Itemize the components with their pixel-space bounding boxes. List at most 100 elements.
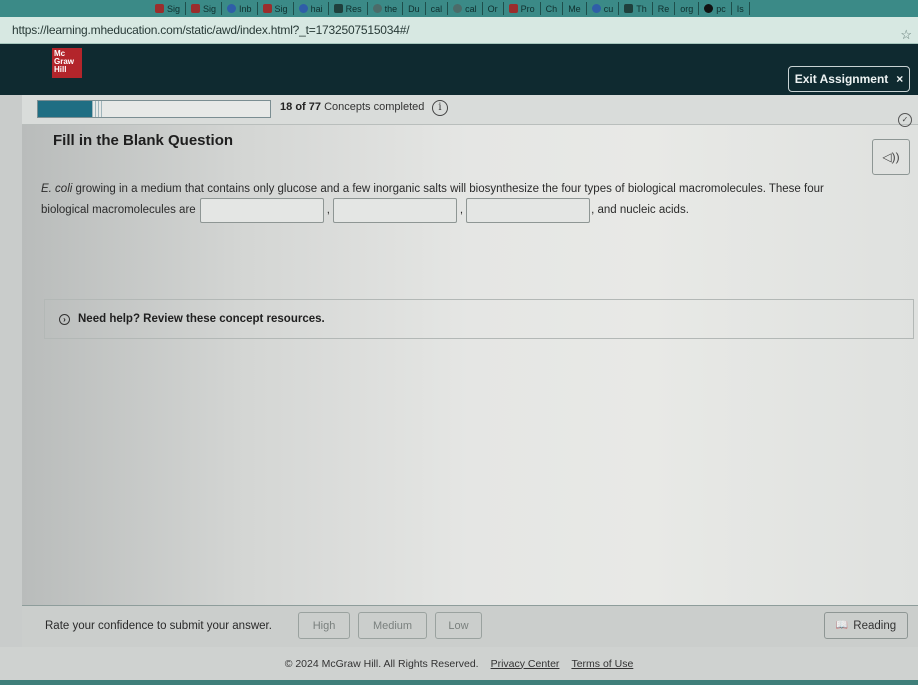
bookmark-label: Is xyxy=(736,3,744,14)
favicon-icon xyxy=(155,4,164,13)
bookmark-item[interactable]: Sig xyxy=(150,2,187,15)
favicon-icon xyxy=(298,4,308,13)
bookmark-label: Th xyxy=(636,3,647,14)
help-resources-toggle[interactable]: › Need help? Review these concept resour… xyxy=(44,299,914,339)
bookmark-item[interactable]: Inb xyxy=(222,2,258,15)
total-count: 77 xyxy=(308,101,322,113)
bookmark-label: cal xyxy=(465,3,477,14)
bookmark-item[interactable]: Sig xyxy=(186,2,223,15)
bookmark-star-icon[interactable]: ☆ xyxy=(900,27,912,43)
bookmark-item[interactable]: Ch xyxy=(541,2,564,15)
bookmark-label: Re xyxy=(657,3,670,14)
favicon-icon xyxy=(227,4,237,13)
help-label: Need help? Review these concept resource… xyxy=(78,313,325,325)
bookmark-item[interactable]: Or xyxy=(483,2,504,15)
exit-assignment-button[interactable]: Exit Assignment × xyxy=(788,66,910,92)
bookmark-label: Du xyxy=(408,3,420,14)
bookmark-item[interactable]: Pro xyxy=(504,2,541,15)
of-word: of xyxy=(295,101,306,113)
bookmarks-bar: Sig Sig Inb Sig hai Res the Du cal cal Or Pro Ch Me cu… xyxy=(0,0,918,17)
question-text-line1: E. coli growing in a medium that contain… xyxy=(41,183,824,195)
timer-icon: ✓ xyxy=(898,113,912,127)
bookmark-label: Inb xyxy=(239,3,252,14)
bookmark-label: Res xyxy=(345,3,362,14)
confidence-high-button[interactable]: High xyxy=(298,612,350,639)
question-suffix: , and nucleic acids. xyxy=(591,204,689,216)
progress-marker xyxy=(92,101,105,117)
separator: , xyxy=(326,204,330,216)
close-icon: × xyxy=(896,72,904,86)
bookmark-label: Me xyxy=(568,3,581,14)
bookmark-item[interactable]: Res xyxy=(329,2,368,15)
address-bar[interactable]: https://learning.mheducation.com/static/… xyxy=(0,17,918,44)
bookmark-item[interactable]: cu xyxy=(587,2,620,15)
bookmark-item[interactable]: hai xyxy=(294,2,329,15)
info-icon[interactable]: i xyxy=(432,100,448,116)
progress-fill xyxy=(38,101,93,117)
bookmark-item[interactable]: the xyxy=(368,2,404,15)
question-text: growing in a medium that contains only g… xyxy=(72,183,824,195)
bookmark-label: cu xyxy=(603,3,614,14)
page-footer: © 2024 McGraw Hill. All Rights Reserved.… xyxy=(0,647,918,680)
bookmark-label: Or xyxy=(487,3,498,14)
bookmark-item[interactable]: cal xyxy=(426,2,449,15)
bookmark-item[interactable]: Re xyxy=(653,2,676,15)
chevron-right-icon: › xyxy=(59,313,70,325)
reading-button[interactable]: 📖 Reading xyxy=(824,612,908,639)
bookmark-label: Pro xyxy=(520,3,535,14)
bookmark-label: Ch xyxy=(545,3,558,14)
bookmark-label: Sig xyxy=(274,3,288,14)
privacy-center-link[interactable]: Privacy Center xyxy=(491,658,560,670)
app-header: Mc Graw Hill Exit Assignment × xyxy=(0,44,918,95)
bookmark-label: hai xyxy=(310,3,323,14)
question-prefix: biological macromolecules are xyxy=(41,204,196,216)
bookmark-item[interactable]: Th xyxy=(619,2,653,15)
favicon-icon xyxy=(624,4,634,13)
blank-input-2[interactable] xyxy=(332,197,457,223)
favicon-icon xyxy=(333,4,343,13)
progress-suffix: Concepts completed xyxy=(324,101,425,113)
url-text[interactable]: https://learning.mheducation.com/static/… xyxy=(12,23,410,37)
favicon-icon xyxy=(262,4,272,13)
progress-bar xyxy=(37,100,271,118)
bookmark-item[interactable]: cal xyxy=(448,2,483,15)
confidence-low-button[interactable]: Low xyxy=(435,612,482,639)
bookmark-item[interactable]: Du xyxy=(403,2,426,15)
terms-of-use-link[interactable]: Terms of Use xyxy=(571,658,633,670)
mcgraw-hill-logo: Mc Graw Hill xyxy=(52,48,82,78)
favicon-icon xyxy=(508,4,518,13)
favicon-icon xyxy=(591,4,601,13)
favicon-icon xyxy=(372,4,382,13)
bookmark-item[interactable]: Is xyxy=(732,2,750,15)
bookmark-item[interactable]: Sig xyxy=(258,2,294,15)
bookmark-label: Sig xyxy=(167,3,181,14)
reading-label: Reading xyxy=(853,619,897,632)
speaker-icon: ◁)) xyxy=(882,150,900,164)
confidence-bar: Rate your confidence to submit your answ… xyxy=(22,605,918,647)
separator: , xyxy=(459,204,464,216)
bookmark-label: Sig xyxy=(203,3,217,14)
book-icon: 📖 xyxy=(835,620,849,631)
question-card: Fill in the Blank Question ◁)) E. coli g… xyxy=(22,125,918,605)
bookmark-item[interactable]: Me xyxy=(563,2,587,15)
copyright-text: © 2024 McGraw Hill. All Rights Reserved. xyxy=(284,657,479,670)
bookmark-item[interactable]: org xyxy=(675,2,700,15)
logo-line: Hill xyxy=(54,65,67,74)
read-aloud-button[interactable]: ◁)) xyxy=(872,139,910,175)
bookmark-item[interactable]: pc xyxy=(699,2,732,15)
completed-count: 18 xyxy=(280,101,293,113)
question-title: Fill in the Blank Question xyxy=(53,132,234,149)
bookmark-label: the xyxy=(384,3,398,14)
blank-input-1[interactable] xyxy=(199,197,324,223)
question-text-line2: biological macromolecules are , , , and … xyxy=(41,195,689,225)
bookmark-label: cal xyxy=(430,3,443,14)
progress-row: 18 of 77 Concepts completed i xyxy=(22,95,918,125)
confidence-prompt: Rate your confidence to submit your answ… xyxy=(45,620,272,632)
bookmark-label: pc xyxy=(716,3,726,14)
blank-input-3[interactable] xyxy=(466,197,591,223)
bookmark-label: org xyxy=(680,3,694,14)
favicon-icon xyxy=(704,4,714,13)
favicon-icon xyxy=(453,4,463,13)
confidence-medium-button[interactable]: Medium xyxy=(358,612,427,639)
window-bottom-edge xyxy=(0,680,918,685)
